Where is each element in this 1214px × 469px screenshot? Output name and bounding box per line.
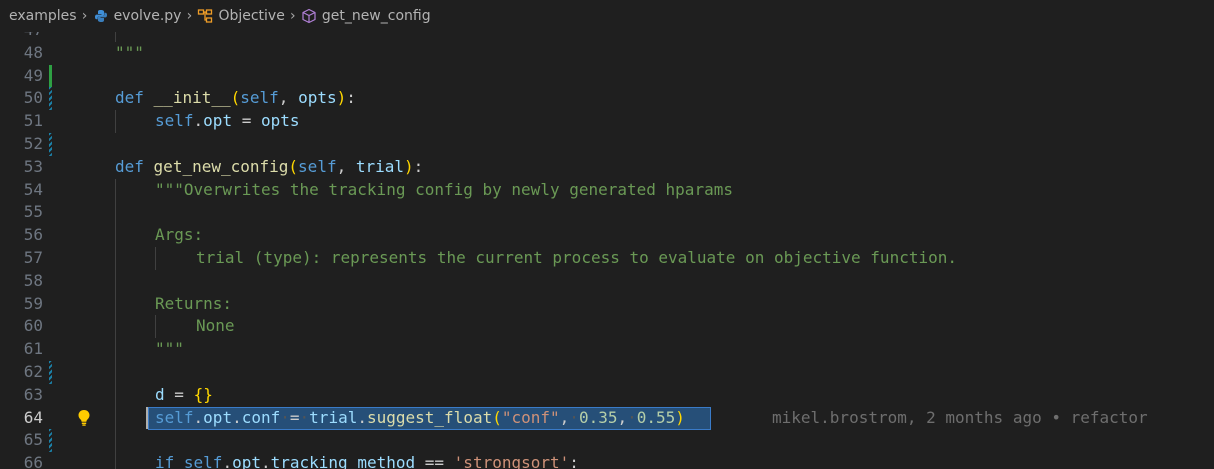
breadcrumb: examples › evolve.py › Objective › get_n… (0, 0, 1214, 32)
code-text: d = {} (155, 384, 213, 404)
line-number: 53 (23, 156, 43, 176)
code-line[interactable]: 47 (0, 32, 1214, 42)
indent-guide (115, 360, 116, 384)
code-text: def get_new_config(self, trial): (115, 156, 424, 176)
line-number: 63 (23, 384, 43, 404)
line-number: 64 (23, 407, 43, 427)
code-text: """Overwrites the tracking config by new… (155, 179, 733, 199)
code-text: if self.opt.tracking_method == 'strongso… (155, 453, 579, 469)
line-number: 55 (23, 202, 43, 222)
indent-guide (115, 269, 116, 293)
code-text: None (196, 316, 235, 336)
line-number: 56 (23, 225, 43, 245)
code-line[interactable]: 60 None (0, 315, 1214, 339)
git-modified-marker[interactable] (49, 87, 52, 111)
git-modified-marker[interactable] (49, 360, 52, 384)
breadcrumb-item-file[interactable]: evolve.py (93, 8, 182, 24)
chevron-right-icon: › (81, 8, 88, 24)
git-modified-marker[interactable] (49, 429, 52, 453)
line-number: 48 (23, 42, 43, 62)
line-number: 62 (23, 361, 43, 381)
line-number: 61 (23, 339, 43, 359)
git-modified-marker[interactable] (49, 132, 52, 156)
code-text: self.opt = opts (155, 111, 300, 131)
git-added-marker[interactable] (49, 64, 52, 88)
indent-guide (155, 315, 156, 339)
code-text: Returns: (155, 293, 233, 313)
code-line[interactable]: 61 """ (0, 338, 1214, 361)
code-text: def __init__(self, opts): (115, 88, 356, 108)
indent-guide (115, 338, 116, 361)
code-line[interactable]: 62 (0, 360, 1214, 384)
breadcrumb-item-method[interactable]: get_new_config (301, 8, 431, 24)
indent-guide (115, 292, 116, 316)
code-line[interactable]: 57 trial (type): represents the current … (0, 246, 1214, 270)
code-line[interactable]: 51 self.opt = opts (0, 110, 1214, 133)
code-text: Args: (155, 225, 204, 245)
code-line[interactable]: 63 d = {} (0, 383, 1214, 407)
line-number: 51 (23, 111, 43, 131)
code-line[interactable]: 50 def __init__(self, opts): (0, 87, 1214, 111)
line-number: 47 (0, 32, 43, 42)
editor-text-area[interactable]: 47 48 """ 49 50 def __init__(self, opts)… (0, 32, 1214, 469)
code-line-active[interactable]: 64 self.opt.conf·=·trial.suggest_float("… (0, 406, 1214, 430)
code-line[interactable]: 54 """Overwrites the tracking config by … (0, 178, 1214, 202)
line-number: 52 (23, 133, 43, 153)
indent-guide (115, 224, 116, 247)
indent-guide (115, 178, 116, 202)
breadcrumb-label-class: Objective (218, 8, 285, 24)
line-number: 60 (23, 316, 43, 336)
code-text: trial (type): represents the current pro… (196, 247, 957, 267)
indent-guide (115, 383, 116, 407)
code-line[interactable]: 53 def get_new_config(self, trial): (0, 156, 1214, 179)
indent-guide (115, 452, 116, 469)
line-number: 58 (23, 270, 43, 290)
code-line[interactable]: 65 (0, 429, 1214, 453)
indent-guide (115, 201, 116, 225)
code-line[interactable]: 52 (0, 132, 1214, 156)
breadcrumb-item-examples[interactable]: examples (9, 8, 77, 24)
class-icon (197, 8, 213, 24)
code-line[interactable]: 58 (0, 269, 1214, 293)
code-line[interactable]: 49 (0, 64, 1214, 88)
line-number: 49 (23, 65, 43, 85)
code-line[interactable]: 66 if self.opt.tracking_method == 'stron… (0, 452, 1214, 469)
indent-guide (115, 246, 116, 270)
lightbulb-icon[interactable] (76, 409, 92, 427)
code-editor-window: examples › evolve.py › Objective › get_n… (0, 0, 1214, 469)
code-text: self.opt.conf·=·trial.suggest_float("con… (155, 407, 685, 427)
line-number: 50 (23, 88, 43, 108)
code-text: """ (115, 42, 144, 62)
code-lines: 47 48 """ 49 50 def __init__(self, opts)… (0, 32, 1214, 469)
code-line[interactable]: 55 (0, 201, 1214, 225)
indent-guide (115, 315, 116, 339)
code-text: """ (155, 339, 184, 359)
chevron-right-icon: › (186, 8, 193, 24)
line-number: 57 (23, 247, 43, 267)
chevron-right-icon: › (290, 8, 296, 24)
git-blame-annotation: mikel.brostrom, 2 months ago • refactor (772, 407, 1148, 427)
code-line[interactable]: 48 """ (0, 42, 1214, 65)
indent-guide (115, 429, 116, 453)
indent-guide (155, 246, 156, 270)
code-line[interactable]: 59 Returns: (0, 292, 1214, 316)
code-line[interactable]: 56 Args: (0, 224, 1214, 247)
breadcrumb-item-class[interactable]: Objective (197, 8, 285, 24)
line-number: 65 (23, 430, 43, 450)
line-number: 59 (23, 293, 43, 313)
line-number: 54 (23, 179, 43, 199)
breadcrumb-label-file: evolve.py (113, 8, 182, 24)
indent-guide (115, 32, 116, 42)
method-cube-icon (301, 8, 317, 24)
line-number: 66 (23, 453, 43, 469)
indent-guide (115, 110, 116, 133)
breadcrumb-label-method: get_new_config (321, 8, 431, 24)
text-cursor (146, 406, 148, 429)
python-file-icon (93, 8, 109, 24)
indent-guide (115, 406, 116, 430)
breadcrumb-label-examples: examples (9, 8, 77, 24)
